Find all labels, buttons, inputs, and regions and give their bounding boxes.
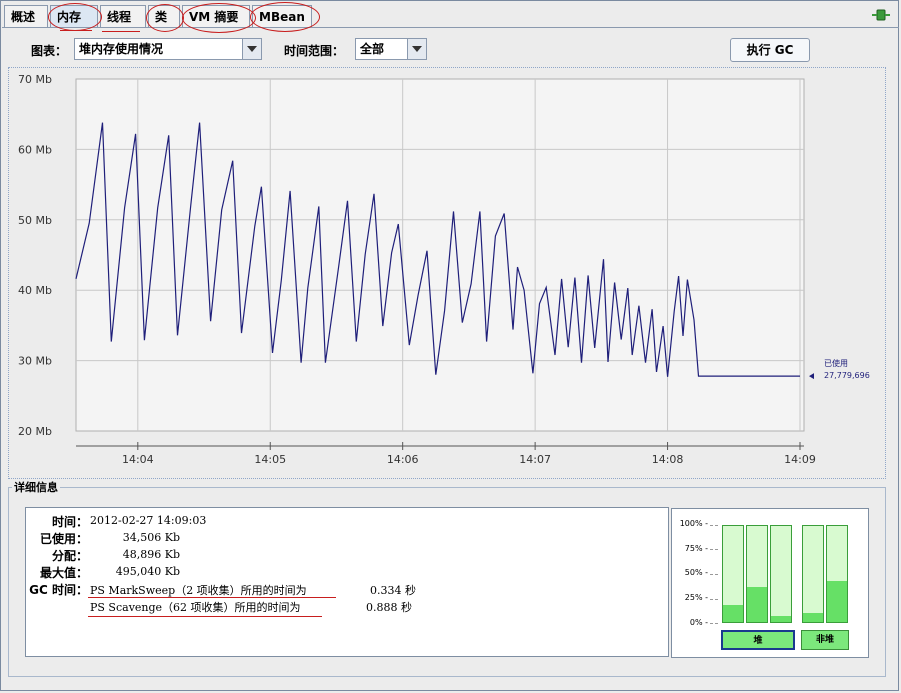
percent-tick (710, 599, 718, 600)
memory-pool-bar-fill (827, 580, 847, 622)
time-range-label: 时间范围： (284, 44, 345, 58)
annotation-underline (88, 616, 322, 617)
percent-tick (710, 623, 718, 624)
detail-value-committed: 48,896 Kb (122, 548, 180, 561)
heap-button[interactable]: 堆 (721, 630, 795, 650)
detail-key-committed: 分配： (51, 549, 88, 563)
pct-label-50: 50% - (684, 568, 708, 577)
gc-marksweep-value: 0.334 秒 (370, 584, 416, 597)
memory-pool-bar[interactable] (826, 525, 848, 623)
memory-pool-bar[interactable] (770, 525, 792, 623)
gc-marksweep-label: PS MarkSweep（2 项收集）所用的时间为 (90, 584, 307, 597)
detail-value-max: 495,040 Kb (115, 565, 180, 578)
tab-classes[interactable]: 类 (148, 5, 180, 27)
annotation-underline (60, 30, 92, 31)
tab-overview[interactable]: 概述 (4, 5, 48, 27)
detail-value-used: 34,506 Kb (122, 531, 180, 544)
memory-pool-bar-fill (803, 613, 823, 622)
chart-selector[interactable]: 堆内存使用情况 (74, 38, 262, 60)
memory-pool-bar[interactable] (802, 525, 824, 623)
detail-key-max: 最大值： (39, 566, 88, 580)
annotation-underline (88, 597, 336, 598)
detail-key-used: 已使用： (39, 532, 88, 546)
memory-pool-bar-fill (723, 604, 743, 622)
tab-mbean[interactable]: MBean (252, 5, 312, 27)
tab-vm-summary[interactable]: VM 摘要 (182, 5, 250, 27)
chart-selector-value: 堆内存使用情况 (79, 42, 164, 56)
percent-tick (710, 549, 718, 550)
gc-scavenge-label: PS Scavenge（62 项收集）所用的时间为 (90, 601, 301, 614)
chevron-down-icon[interactable] (407, 39, 426, 59)
percent-tick (710, 574, 718, 575)
pct-label-100: 100% - (679, 519, 708, 528)
detail-value-time: 2012-02-27 14:09:03 (90, 514, 207, 527)
memory-pool-bar[interactable] (722, 525, 744, 623)
percent-tick (710, 525, 718, 526)
perform-gc-button[interactable]: 执行 GC (730, 38, 810, 62)
gc-scavenge-value: 0.888 秒 (366, 601, 412, 614)
tab-divider (2, 27, 899, 28)
detail-key-time: 时间： (51, 515, 88, 529)
tab-memory[interactable]: 内存 (50, 5, 98, 27)
pct-label-0: 0% - (689, 618, 708, 627)
connection-plug-icon (872, 9, 890, 21)
pct-label-25: 25% - (684, 593, 708, 602)
annotation-underline (102, 31, 140, 32)
detail-key-gc: GC 时间： (29, 583, 88, 597)
memory-pool-bar-fill (747, 587, 767, 622)
chart-selector-label: 图表： (31, 44, 68, 58)
memory-pool-bar-fill (771, 616, 791, 622)
non-heap-button[interactable]: 非堆 (801, 630, 849, 650)
memory-pool-bar[interactable] (746, 525, 768, 623)
chevron-down-icon[interactable] (242, 39, 261, 59)
time-range-selector[interactable]: 全部 (355, 38, 427, 60)
time-range-value: 全部 (360, 42, 385, 56)
pct-label-75: 75% - (684, 544, 708, 553)
chart-panel (8, 67, 886, 479)
memory-pools-panel: 100% - 75% - 50% - 25% - 0% - 堆 非堆 (671, 508, 869, 658)
tab-threads[interactable]: 线程 (100, 5, 146, 27)
details-title: 详细信息 (12, 479, 60, 495)
details-content: 时间： 2012-02-27 14:09:03 已使用： 34,506 Kb 分… (25, 507, 669, 657)
